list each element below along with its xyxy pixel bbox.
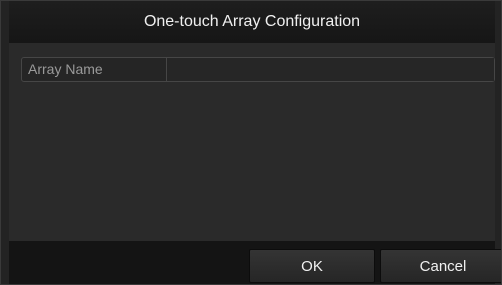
array-name-row: Array Name xyxy=(21,57,495,82)
dialog-title: One-touch Array Configuration xyxy=(143,13,361,30)
dialog-title-bar: One-touch Array Configuration xyxy=(9,1,495,43)
ok-button[interactable]: OK xyxy=(249,249,375,283)
dialog-body: Array Name xyxy=(9,43,495,241)
array-name-input[interactable] xyxy=(168,58,494,81)
dialog-footer: OK Cancel xyxy=(9,241,501,284)
array-config-dialog: One-touch Array Configuration Array Name… xyxy=(0,0,502,285)
cancel-button[interactable]: Cancel xyxy=(380,249,501,283)
array-name-label: Array Name xyxy=(22,58,167,81)
